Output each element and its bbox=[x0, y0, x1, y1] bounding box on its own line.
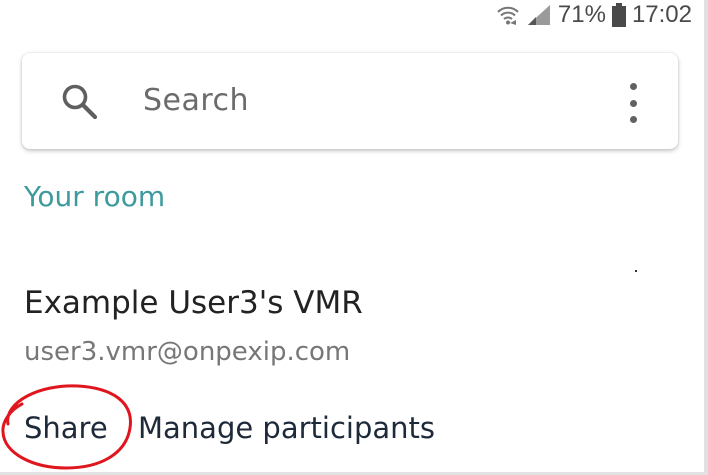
search-bar[interactable]: Search bbox=[22, 53, 678, 149]
wifi-icon bbox=[496, 4, 520, 26]
room-name[interactable]: Example User3's VMR bbox=[24, 285, 363, 321]
room-address: user3.vmr@onpexip.com bbox=[24, 337, 351, 367]
signal-icon bbox=[526, 4, 552, 26]
section-heading-your-room: Your room bbox=[24, 180, 166, 213]
search-input[interactable]: Search bbox=[143, 83, 249, 118]
battery-icon bbox=[611, 3, 626, 27]
status-bar: 71% 17:02 bbox=[496, 0, 692, 30]
more-vert-icon[interactable] bbox=[626, 83, 640, 123]
share-button[interactable]: Share bbox=[24, 411, 108, 445]
artifact-dot bbox=[635, 270, 637, 272]
search-icon[interactable] bbox=[60, 82, 100, 122]
right-edge-line bbox=[704, 0, 708, 475]
battery-percent: 71% bbox=[557, 1, 606, 28]
status-time: 17:02 bbox=[631, 1, 692, 28]
manage-participants-button[interactable]: Manage participants bbox=[138, 411, 435, 445]
